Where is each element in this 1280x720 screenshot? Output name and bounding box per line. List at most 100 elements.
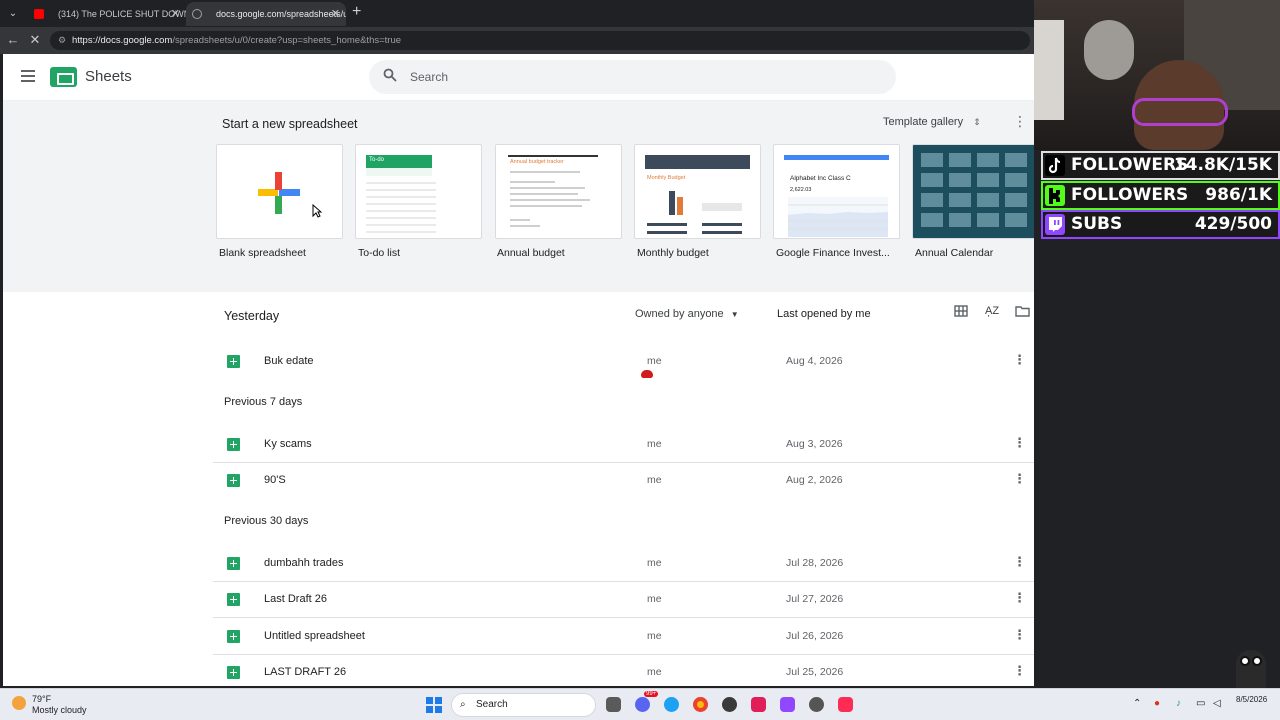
url-field[interactable]: ⚙ https://docs.google.com/spreadsheets/u… <box>50 31 1030 50</box>
more-vert-icon[interactable]: ⋮ <box>1013 590 1026 606</box>
taskbar-search[interactable]: ⌕ Search <box>451 693 596 717</box>
new-tab-plus-icon[interactable]: + <box>352 3 361 21</box>
file-row[interactable]: Untitled spreadsheet me Jul 26, 2026 ⋮ <box>213 619 1034 655</box>
edge-browser-icon[interactable] <box>664 697 679 712</box>
sort-by-last-opened[interactable]: Last opened by me <box>777 308 871 320</box>
monthly-bars-graphic <box>647 191 742 234</box>
sort-az-icon[interactable]: A͎Z <box>985 305 999 317</box>
network-icon[interactable]: ▭ <box>1196 698 1205 709</box>
media-player-icon[interactable] <box>722 697 737 712</box>
twitch-app-icon[interactable] <box>780 697 795 712</box>
sheets-file-icon <box>227 438 240 451</box>
taskbar-search-label: Search <box>476 699 508 710</box>
tab-search-dropdown-icon[interactable]: ⌄ <box>4 5 22 23</box>
app-name[interactable]: Sheets <box>85 68 132 85</box>
task-view-icon[interactable] <box>606 697 621 712</box>
site-info-icon[interactable]: ⚙ <box>58 31 66 50</box>
calendar-grid-graphic <box>921 153 1027 227</box>
address-bar-row: ← ✕ ⚙ https://docs.google.com/spreadshee… <box>0 27 1034 54</box>
taskbar-clock[interactable]: 8/5/2026 <box>1236 695 1267 704</box>
stop-loading-icon[interactable]: ✕ <box>26 31 44 49</box>
windows-start-icon[interactable] <box>426 697 442 713</box>
sheets-app: Sheets Search Start a new spreadsheet Te… <box>3 54 1034 686</box>
youtube-favicon-icon <box>34 9 44 19</box>
stat-value: 986/1K <box>1205 185 1272 205</box>
more-vert-icon[interactable]: ⋮ <box>1013 663 1026 679</box>
more-vert-icon[interactable]: ⋮ <box>1013 554 1026 570</box>
sheets-file-icon <box>227 630 240 643</box>
section-previous-7-days: Previous 7 days <box>224 396 303 408</box>
headphones-graphic <box>1132 98 1228 126</box>
tray-app-icon[interactable]: ● <box>1154 698 1160 709</box>
file-row[interactable]: Last Draft 26 me Jul 27, 2026 ⋮ <box>213 582 1034 618</box>
more-vert-icon[interactable]: ⋮ <box>1013 471 1026 487</box>
twitch-icon <box>1045 214 1065 235</box>
stat-label: SUBS <box>1071 214 1123 234</box>
file-owner: me <box>647 438 662 450</box>
browser-tab-youtube[interactable]: (314) The POLICE SHUT DOWN Th ✕ <box>28 2 186 26</box>
file-date: Aug 3, 2026 <box>786 438 843 450</box>
file-row[interactable]: Buk edate me Aug 4, 2026 ⋮ <box>213 344 1034 380</box>
close-tab-icon[interactable]: ✕ <box>331 2 340 26</box>
template-card-todo[interactable]: To-do <box>355 144 482 239</box>
owner-filter-dropdown[interactable]: Owned by anyone ▼ <box>635 308 739 320</box>
search-input[interactable]: Search <box>369 60 896 94</box>
sheets-file-icon <box>227 593 240 606</box>
file-name: dumbahh trades <box>264 557 344 569</box>
file-row[interactable]: LAST DRAFT 26 me Jul 25, 2026 ⋮ <box>213 655 1034 686</box>
template-card-monthly-budget[interactable]: Monthly Budget <box>634 144 761 239</box>
tab-title: docs.google.com/spreadsheets/u/ <box>216 9 346 19</box>
slack-icon[interactable] <box>751 697 766 712</box>
search-placeholder: Search <box>410 70 449 84</box>
main-menu-icon[interactable] <box>21 70 35 82</box>
template-label: Blank spreadsheet <box>219 247 306 259</box>
weather-widget[interactable]: 79°F Mostly cloudy <box>12 693 102 717</box>
section-yesterday: Yesterday <box>224 309 280 323</box>
template-label: To-do list <box>358 247 401 259</box>
template-card-google-finance[interactable]: Alphabet Inc Class C 2,622.03 <box>773 144 900 239</box>
obs-studio-icon[interactable] <box>809 697 824 712</box>
todo-card-title: To-do <box>369 157 385 163</box>
chrome-browser-icon[interactable] <box>693 697 708 712</box>
more-vert-icon[interactable]: ⋮ <box>1013 113 1027 130</box>
template-card-annual-budget[interactable]: Annual budget tracker <box>495 144 622 239</box>
file-owner: me <box>647 666 662 678</box>
finance-top-bar <box>784 155 889 160</box>
unfold-icon: ⇕ <box>973 117 981 127</box>
file-row[interactable]: dumbahh trades me Jul 28, 2026 ⋮ <box>213 546 1034 582</box>
template-card-blank[interactable] <box>216 144 343 239</box>
template-card-annual-calendar[interactable] <box>912 144 1034 239</box>
tray-overflow-chevron-icon[interactable]: ⌃ <box>1133 698 1141 709</box>
template-gallery-button[interactable]: Template gallery ⇕ <box>883 116 981 128</box>
search-icon[interactable] <box>383 68 397 85</box>
folder-icon[interactable] <box>1015 305 1030 320</box>
sheets-file-icon <box>227 474 240 487</box>
template-label: Monthly budget <box>637 247 709 259</box>
close-tab-icon[interactable]: ✕ <box>171 2 180 26</box>
url-path: /spreadsheets/u/0/create?usp=sheets_home… <box>172 35 402 46</box>
back-arrow-icon[interactable]: ← <box>4 31 22 49</box>
template-label: Annual Calendar <box>915 247 994 259</box>
file-row[interactable]: Ky scams me Aug 3, 2026 ⋮ <box>213 427 1034 463</box>
kick-icon <box>1045 185 1065 206</box>
more-vert-icon[interactable]: ⋮ <box>1013 435 1026 451</box>
file-name: Ky scams <box>264 438 312 450</box>
more-vert-icon[interactable]: ⋮ <box>1013 352 1026 368</box>
template-heading: Start a new spreadsheet <box>222 117 358 131</box>
more-vert-icon[interactable]: ⋮ <box>1013 627 1026 643</box>
browser-tab-sheets[interactable]: docs.google.com/spreadsheets/u/ ✕ <box>186 2 346 26</box>
stat-label: FOLLOWERS <box>1071 185 1189 205</box>
discord-icon[interactable]: 99+ <box>635 691 659 712</box>
file-row[interactable]: 90'S me Aug 2, 2026 ⋮ <box>213 463 1034 499</box>
file-date: Jul 27, 2026 <box>786 593 844 605</box>
todo-lines-graphic <box>366 182 436 233</box>
tiktok-app-icon[interactable] <box>838 697 853 712</box>
stat-label: FOLLOWERS <box>1071 155 1189 175</box>
file-date: Aug 2, 2026 <box>786 474 843 486</box>
grid-view-icon[interactable] <box>954 305 968 320</box>
file-date: Jul 25, 2026 <box>786 666 844 678</box>
notification-badge: 99+ <box>644 691 659 697</box>
volume-icon[interactable]: ◁ <box>1213 698 1221 709</box>
sheets-logo-icon[interactable] <box>50 67 77 87</box>
microphone-icon[interactable]: ♪ <box>1176 698 1181 709</box>
